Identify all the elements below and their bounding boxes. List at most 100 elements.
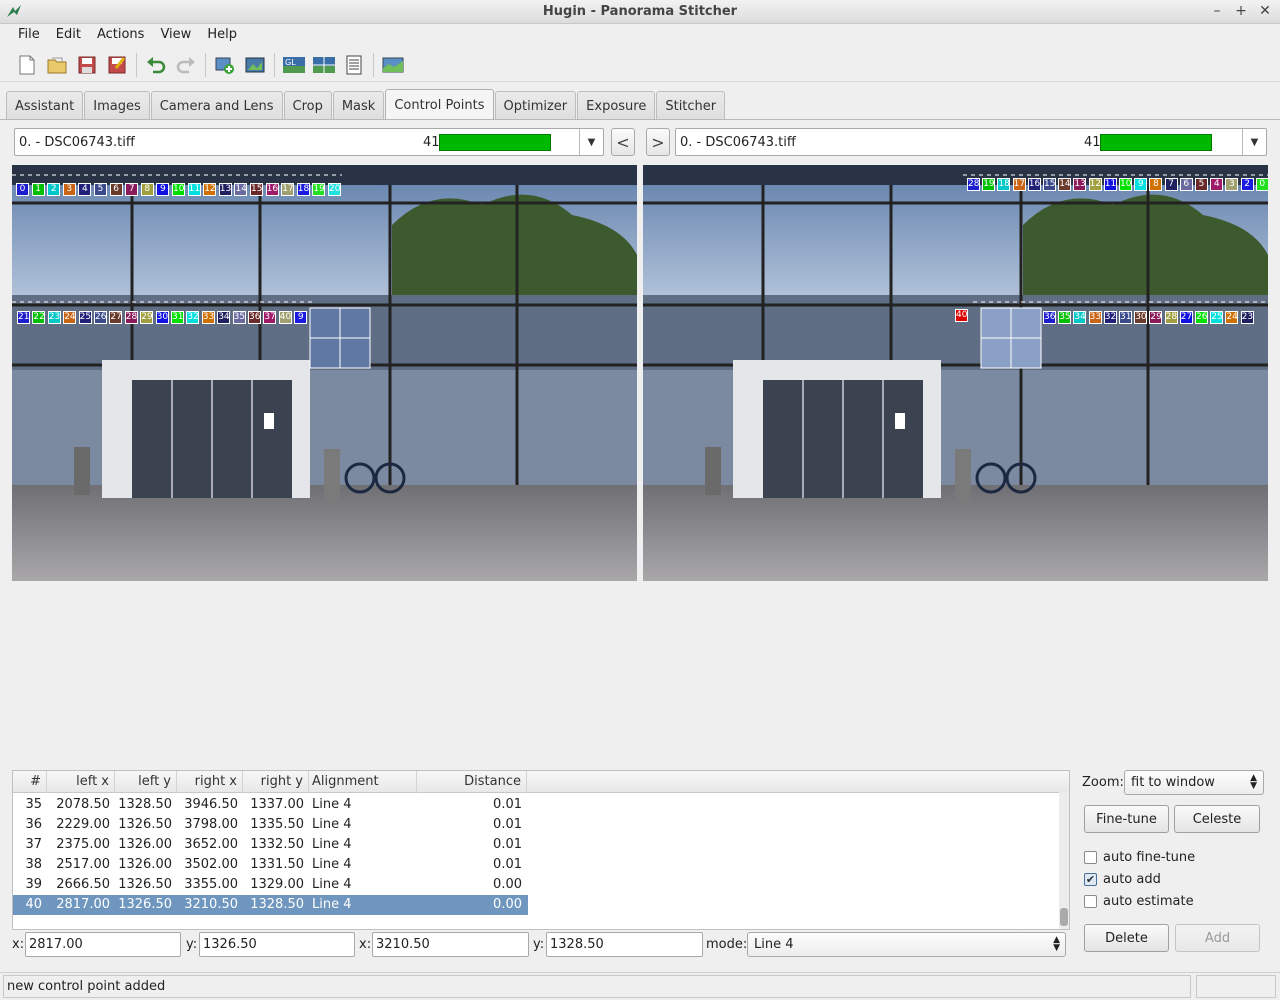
control-point-marker[interactable]: 9	[294, 311, 308, 324]
right-image-view[interactable]: 28 19 18 17 16 15 14 13 12 11 10 9 8 7 6 5 4 3 2 0 36 35 34 33…	[643, 165, 1268, 581]
control-point-marker[interactable]: 0	[16, 183, 29, 196]
control-point-marker[interactable]: 25	[1210, 311, 1224, 324]
control-point-marker[interactable]: 23	[47, 311, 61, 324]
control-point-marker[interactable]: 16	[265, 183, 279, 196]
left-y-input[interactable]: 1326.50	[199, 932, 355, 957]
control-point-marker[interactable]: 37	[263, 311, 277, 324]
column-header[interactable]: left x	[47, 771, 115, 793]
control-point-marker[interactable]: 21	[17, 311, 30, 324]
menu-help[interactable]: Help	[199, 24, 245, 46]
column-header[interactable]: Distance	[417, 771, 527, 793]
next-image-button[interactable]: >	[646, 128, 670, 156]
tab-optimizer[interactable]: Optimizer	[494, 91, 577, 120]
right-y-input[interactable]: 1328.50	[546, 932, 703, 957]
control-point-marker[interactable]: 5	[94, 183, 107, 196]
control-point-marker[interactable]: 26	[1195, 311, 1208, 324]
control-point-marker[interactable]: 36	[248, 311, 261, 324]
add-button[interactable]: Add	[1175, 924, 1260, 952]
table-row[interactable]: 38 2517.00 1326.00 3502.00 1331.50 Line 4 0.01	[13, 855, 528, 875]
control-point-marker[interactable]: 34	[217, 311, 231, 324]
table-scrollbar[interactable]	[1059, 792, 1069, 929]
left-x-input[interactable]: 2817.00	[25, 932, 181, 957]
redo-icon[interactable]	[171, 50, 201, 80]
menu-view[interactable]: View	[152, 24, 199, 46]
control-point-marker[interactable]: 7	[125, 183, 139, 196]
menu-actions[interactable]: Actions	[89, 24, 153, 46]
right-image-select[interactable]: 0. - DSC06743.tiff 41 ▼	[675, 128, 1267, 156]
control-point-marker[interactable]: 15	[250, 183, 263, 196]
control-point-marker[interactable]: 2	[47, 183, 61, 196]
control-point-marker[interactable]: 11	[1103, 178, 1117, 191]
control-point-marker[interactable]: 33	[1088, 311, 1102, 324]
tab-stitcher[interactable]: Stitcher	[656, 91, 726, 120]
control-point-marker[interactable]: 28	[124, 311, 138, 324]
table-row[interactable]: 35 2078.50 1328.50 3946.50 1337.00 Line 4 0.01	[13, 795, 528, 815]
control-point-marker[interactable]: 28	[1164, 311, 1178, 324]
column-header[interactable]: #	[13, 771, 47, 793]
control-point-marker[interactable]: 22	[32, 311, 46, 324]
control-point-marker[interactable]: 18	[997, 178, 1011, 191]
control-point-marker[interactable]: 26	[94, 311, 107, 324]
control-point-marker[interactable]: 28	[967, 178, 980, 191]
control-point-marker[interactable]: 8	[1149, 178, 1163, 191]
control-point-marker[interactable]: 3	[1225, 178, 1239, 191]
control-point-marker[interactable]: 12	[1088, 178, 1102, 191]
control-point-marker[interactable]: 40	[278, 311, 292, 324]
control-point-marker[interactable]: 30	[1134, 311, 1148, 324]
control-point-marker[interactable]: 20	[328, 183, 341, 196]
control-point-marker[interactable]: 16	[1027, 178, 1041, 191]
control-point-marker[interactable]: 13	[218, 183, 232, 196]
table-row[interactable]: 39 2666.50 1326.50 3355.00 1329.00 Line 4 0.00	[13, 875, 528, 895]
checkmark-icon[interactable]: ✔	[1084, 872, 1097, 886]
tab-exposure[interactable]: Exposure	[577, 91, 656, 120]
table-row[interactable]: 36 2229.00 1326.50 3798.00 1335.50 Line 4 0.01	[13, 815, 528, 835]
maximize-button[interactable]: +	[1234, 2, 1248, 20]
control-point-marker[interactable]: 4	[78, 183, 92, 196]
checkbox-box[interactable]	[1084, 894, 1097, 908]
control-point-marker[interactable]: 13	[1073, 178, 1087, 191]
left-image-select[interactable]: 0. - DSC06743.tiff 41 ▼	[14, 128, 604, 156]
control-point-marker[interactable]: 1	[31, 183, 45, 196]
auto-fine-tune-checkbox[interactable]: auto fine-tune	[1084, 848, 1195, 866]
table-row[interactable]: 40 2817.00 1326.50 3210.50 1328.50 Line 4 0.00	[13, 895, 528, 915]
control-point-marker[interactable]: 31	[1119, 311, 1132, 324]
control-point-marker[interactable]: 29	[1149, 311, 1163, 324]
control-point-marker[interactable]: 15	[1043, 178, 1056, 191]
control-point-marker[interactable]: 3	[62, 183, 76, 196]
control-point-marker[interactable]: 29	[140, 311, 154, 324]
control-point-marker[interactable]: 7	[1164, 178, 1178, 191]
control-point-marker[interactable]: 27	[109, 311, 123, 324]
control-point-marker[interactable]: 31	[171, 311, 184, 324]
control-point-marker[interactable]: 4	[1210, 178, 1224, 191]
control-point-marker[interactable]: 23	[1240, 311, 1254, 324]
pto-edit-icon[interactable]	[339, 50, 369, 80]
control-point-marker[interactable]: 10	[172, 183, 185, 196]
control-point-marker[interactable]: 17	[1012, 178, 1026, 191]
save-icon[interactable]	[72, 50, 102, 80]
control-point-marker[interactable]: 8	[140, 183, 154, 196]
tab-camera-and-lens[interactable]: Camera and Lens	[150, 91, 283, 120]
control-point-marker[interactable]: 19	[312, 183, 326, 196]
gl-preview-icon[interactable]: GL	[279, 50, 309, 80]
chevron-down-icon[interactable]: ▼	[1242, 129, 1266, 155]
tab-assistant[interactable]: Assistant	[6, 91, 84, 120]
open-project-icon[interactable]	[42, 50, 72, 80]
tab-crop[interactable]: Crop	[283, 91, 332, 120]
control-point-marker[interactable]: 2	[1240, 178, 1254, 191]
column-header[interactable]: left y	[115, 771, 177, 793]
control-point-marker[interactable]: 30	[155, 311, 169, 324]
tab-images[interactable]: Images	[84, 91, 150, 120]
zoom-select[interactable]: fit to window ▲ ▼	[1124, 770, 1264, 795]
control-point-marker[interactable]: 14	[1058, 178, 1072, 191]
control-point-marker[interactable]: 10	[1119, 178, 1132, 191]
control-point-marker[interactable]: 9	[156, 183, 170, 196]
menu-file[interactable]: File	[10, 24, 48, 46]
control-point-marker[interactable]: 0	[1255, 178, 1268, 191]
tab-control-points[interactable]: Control Points	[385, 89, 494, 120]
control-point-marker[interactable]: 27	[1179, 311, 1193, 324]
new-project-icon[interactable]	[12, 50, 42, 80]
control-point-marker[interactable]: 32	[186, 311, 200, 324]
undo-icon[interactable]	[141, 50, 171, 80]
chevron-down-icon[interactable]: ▼	[579, 129, 603, 155]
control-point-marker[interactable]: 34	[1073, 311, 1087, 324]
